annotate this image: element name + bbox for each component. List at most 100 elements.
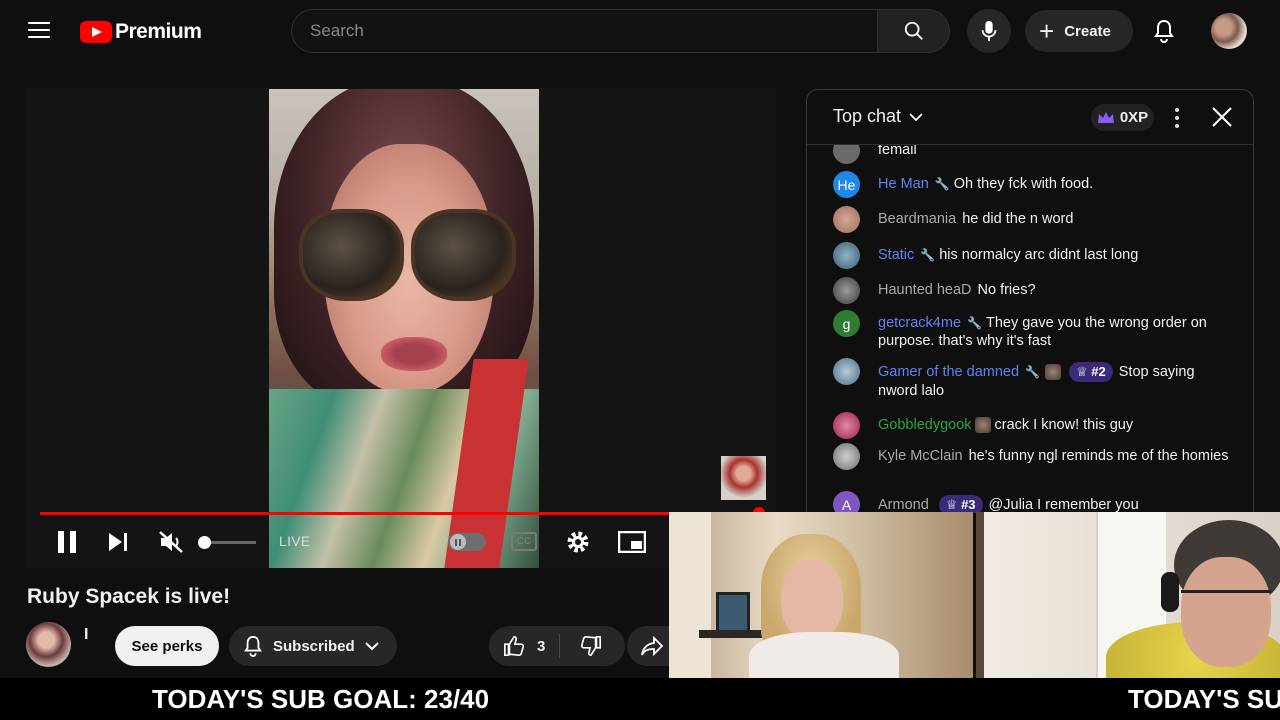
menu-icon[interactable] bbox=[28, 22, 50, 40]
video-subject-sunglasses bbox=[299, 209, 519, 304]
chat-message: A Armond ♕ #3 @Julia I remember you bbox=[833, 491, 1233, 512]
chat-author[interactable]: Static bbox=[878, 247, 914, 263]
rank-label: #3 bbox=[961, 497, 976, 512]
chat-message: He He Man 🔧 Oh they fck with food. bbox=[833, 171, 1233, 198]
chat-author[interactable]: Haunted heaD bbox=[878, 282, 972, 298]
settings-button[interactable] bbox=[562, 522, 594, 562]
search-button[interactable] bbox=[878, 9, 950, 53]
video-subject-lips bbox=[381, 337, 447, 371]
crown-icon bbox=[1097, 111, 1114, 123]
pause-icon-bar bbox=[70, 531, 76, 553]
message-text: he's funny ngl reminds me of the homies bbox=[968, 448, 1229, 464]
chat-author[interactable]: Gobbledygook bbox=[878, 417, 972, 433]
cam-person-face bbox=[781, 560, 843, 640]
miniplayer-button[interactable] bbox=[616, 522, 648, 562]
channel-name[interactable]: I bbox=[84, 626, 88, 644]
search-icon bbox=[904, 21, 923, 40]
search-input[interactable] bbox=[292, 10, 877, 52]
chat-avatar: A bbox=[833, 491, 860, 512]
message-text: he did the n word bbox=[962, 211, 1074, 227]
chat-message: femail bbox=[833, 145, 1233, 164]
bell-icon bbox=[1154, 19, 1174, 43]
next-button[interactable] bbox=[103, 522, 133, 562]
autoplay-toggle[interactable] bbox=[448, 533, 486, 551]
chat-message: g getcrack4me 🔧 They gave you the wrong or… bbox=[833, 310, 1233, 350]
subscribed-button[interactable]: Subscribed bbox=[229, 626, 397, 666]
dislike-button[interactable] bbox=[571, 626, 611, 666]
chat-author[interactable]: Beardmania bbox=[878, 211, 956, 227]
volume-slider[interactable] bbox=[198, 536, 256, 549]
chat-author[interactable]: getcrack4me bbox=[878, 315, 961, 331]
ticker-text: TODAY'S SUB GOAL: 23/40 bbox=[152, 684, 490, 714]
cam-person-body bbox=[749, 632, 899, 678]
overlay-thumbnail[interactable] bbox=[721, 456, 766, 500]
xp-label: 0XP bbox=[1119, 109, 1149, 126]
progress-bar[interactable] bbox=[40, 512, 670, 515]
ticker-text-repeat: TODAY'S SU bbox=[1128, 684, 1280, 714]
crown-icon: ♕ bbox=[945, 497, 958, 512]
pause-icon bbox=[58, 531, 64, 553]
moderator-wrench-icon: 🔧 bbox=[1025, 365, 1041, 379]
cam-person-face bbox=[1181, 557, 1271, 667]
video-frame[interactable] bbox=[269, 89, 539, 568]
skip-next-icon bbox=[109, 533, 127, 551]
like-button[interactable]: 3 bbox=[489, 626, 559, 666]
chat-author[interactable]: Gamer of the damned bbox=[878, 364, 1019, 380]
cam-door bbox=[669, 512, 711, 678]
chat-avatar bbox=[833, 206, 860, 233]
mute-button[interactable] bbox=[156, 522, 186, 562]
message-text: femail bbox=[878, 145, 917, 158]
channel-avatar[interactable] bbox=[26, 622, 71, 667]
webcam-overlay-right bbox=[976, 512, 1280, 678]
chevron-down-icon bbox=[364, 642, 379, 651]
member-badge-icon bbox=[974, 417, 991, 434]
chat-author[interactable]: Armond bbox=[878, 497, 929, 512]
notifications-button[interactable] bbox=[1148, 15, 1180, 47]
plus-icon: + bbox=[1039, 16, 1055, 46]
cam-person-glasses bbox=[1181, 590, 1271, 610]
chat-message: Gamer of the damned 🔧 ♕ #2 Stop saying nwor… bbox=[833, 358, 1233, 400]
share-icon bbox=[641, 636, 664, 656]
chat-message: Kyle McClain he's funny ngl reminds me of… bbox=[833, 443, 1233, 470]
voice-search-button[interactable] bbox=[967, 9, 1011, 53]
bell-icon bbox=[244, 635, 262, 657]
cam-monitor bbox=[716, 592, 750, 634]
chat-message: Static 🔧 his normalcy arc didnt last long bbox=[833, 242, 1233, 269]
close-icon bbox=[1212, 107, 1232, 127]
message-text: No fries? bbox=[977, 282, 1036, 298]
rank-badge: ♕ #2 bbox=[1069, 362, 1113, 382]
top-chat-dropdown[interactable]: Top chat bbox=[833, 106, 923, 127]
search-box bbox=[291, 9, 878, 53]
chat-message: Beardmania he did the n word bbox=[833, 206, 1233, 233]
moderator-wrench-icon: 🔧 bbox=[920, 248, 936, 262]
account-avatar[interactable] bbox=[1211, 13, 1247, 49]
create-label: Create bbox=[1064, 22, 1111, 40]
chat-messages[interactable]: femail He He Man 🔧 Oh they fck with food. … bbox=[807, 145, 1253, 512]
moderator-wrench-icon: 🔧 bbox=[934, 177, 950, 191]
more-options-icon[interactable] bbox=[1167, 104, 1187, 132]
captions-button[interactable]: CC bbox=[511, 532, 537, 551]
video-title: Ruby Spacek is live! bbox=[27, 585, 231, 608]
create-button[interactable]: + Create bbox=[1025, 10, 1133, 52]
message-text: his normalcy arc didnt last long bbox=[939, 247, 1139, 263]
rank-label: #2 bbox=[1091, 364, 1106, 379]
volume-knob[interactable] bbox=[198, 536, 211, 549]
youtube-premium-logo[interactable]: Premium bbox=[80, 20, 202, 44]
message-text: Oh they fck with food. bbox=[953, 176, 1094, 192]
miniplayer-icon bbox=[618, 531, 646, 553]
xp-badge[interactable]: 0XP bbox=[1091, 104, 1154, 131]
chat-avatar bbox=[833, 412, 860, 439]
subscribed-label: Subscribed bbox=[273, 637, 355, 655]
see-perks-button[interactable]: See perks bbox=[115, 626, 219, 666]
thumbs-up-icon bbox=[504, 636, 525, 656]
volume-muted-icon bbox=[159, 531, 183, 553]
chat-author[interactable]: Kyle McClain bbox=[878, 448, 963, 464]
close-chat-button[interactable] bbox=[1207, 102, 1237, 132]
gear-icon bbox=[567, 531, 589, 553]
live-label[interactable]: LIVE bbox=[279, 533, 311, 549]
message-text: crack I know! this guy bbox=[994, 417, 1134, 433]
top-bar: Premium + Create bbox=[0, 0, 1280, 62]
chat-author[interactable]: He Man bbox=[878, 176, 929, 192]
chat-message: Gobbledygook crack I know! this guy bbox=[833, 412, 1233, 439]
pause-button[interactable] bbox=[52, 522, 82, 562]
